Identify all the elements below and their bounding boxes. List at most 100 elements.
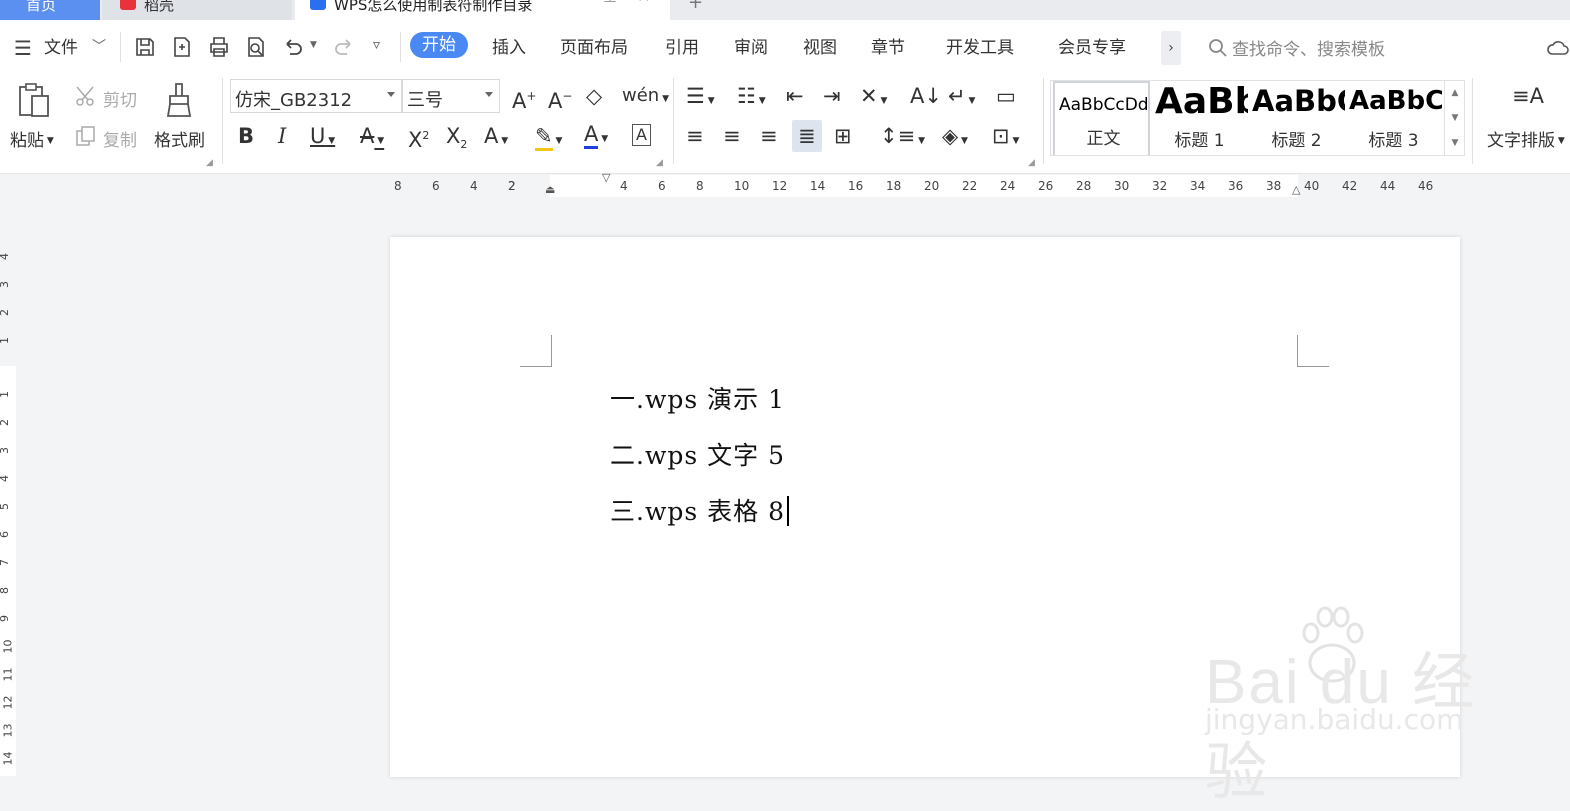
- menu-more-chevron-icon[interactable]: ›: [1161, 31, 1181, 65]
- tab-ruler-icon[interactable]: ▭: [996, 84, 1016, 108]
- increase-indent-icon[interactable]: ⇥: [823, 84, 841, 108]
- first-line-indent-marker[interactable]: ▽: [602, 171, 610, 184]
- distributed-align-icon[interactable]: ⊞: [834, 124, 852, 148]
- clear-formatting-icon[interactable]: ◇: [586, 84, 602, 108]
- menu-chapter[interactable]: 章节: [871, 37, 905, 59]
- dialog-launcher-icon[interactable]: ◢: [656, 158, 663, 168]
- subscript-icon[interactable]: X2: [446, 124, 467, 157]
- right-indent-marker[interactable]: △: [1292, 183, 1300, 196]
- menu-view[interactable]: 视图: [803, 37, 837, 59]
- shading-icon[interactable]: ◈ ▼: [942, 124, 968, 153]
- font-color-icon[interactable]: A ▼: [584, 122, 608, 151]
- menu-page-layout[interactable]: 页面布局: [560, 37, 628, 59]
- underline-icon[interactable]: U ▼: [310, 124, 335, 153]
- save-icon[interactable]: [133, 35, 157, 59]
- chevron-down-icon[interactable]: ﹀: [92, 36, 106, 56]
- gallery-scroll[interactable]: ▲ ▼ ▼: [1444, 81, 1464, 155]
- format-painter-icon[interactable]: [164, 82, 196, 120]
- chinese-layout-icon[interactable]: ✕ ▼: [860, 84, 887, 113]
- menu-insert[interactable]: 插入: [492, 37, 526, 59]
- text-layout-button[interactable]: 文字排版 ▼: [1487, 126, 1565, 151]
- copy-button[interactable]: 复制: [103, 126, 137, 151]
- tab-daoke[interactable]: 稻壳: [102, 0, 292, 20]
- show-paragraph-marks-icon[interactable]: ↵ ▼: [948, 84, 975, 113]
- italic-icon[interactable]: I: [278, 124, 286, 148]
- borders-icon[interactable]: ⊡ ▼: [992, 124, 1019, 153]
- toc-line-text: 三.wps 表格 8: [610, 497, 785, 526]
- toc-line[interactable]: 二.wps 文字 5: [610, 436, 785, 472]
- search-input[interactable]: 查找命令、搜索模板: [1232, 35, 1385, 60]
- vertical-ruler-tick-label: 7: [0, 559, 11, 566]
- justify-icon[interactable]: ≣: [792, 120, 822, 152]
- document-page[interactable]: 一.wps 演示 1 二.wps 文字 5 三.wps 表格 8: [390, 237, 1460, 777]
- tab-document[interactable]: WPS怎么使用制表符制作目录 ⊥ ✕: [295, 0, 670, 20]
- toc-line[interactable]: 一.wps 演示 1: [610, 380, 785, 416]
- horizontal-ruler[interactable]: 8 6 4 2 2 4 6 8 10 12 14 16 18 20 22 24 26 28 30 32 34 36 38 40…: [0, 171, 1570, 198]
- character-border-icon[interactable]: A: [632, 124, 651, 146]
- ruler-tick-label: 4: [470, 179, 478, 193]
- ruler-tick-label: 8: [394, 179, 402, 193]
- ruler-tick-label: 40: [1304, 179, 1320, 193]
- bold-icon[interactable]: B: [238, 124, 254, 148]
- align-right-icon[interactable]: ≡: [760, 124, 778, 148]
- menu-file[interactable]: 文件: [44, 37, 78, 59]
- phonetic-guide-icon[interactable]: wén ▼: [622, 84, 669, 111]
- decrease-indent-icon[interactable]: ⇤: [786, 84, 804, 108]
- vertical-ruler[interactable]: 43211234567891011121314: [0, 198, 16, 776]
- close-tab-icon[interactable]: ✕: [637, 0, 650, 5]
- toc-line-text: 一.wps 演示 1: [610, 385, 785, 414]
- paste-button[interactable]: 粘贴 ▼: [10, 126, 54, 151]
- undo-icon[interactable]: [281, 35, 305, 59]
- hamburger-menu-icon[interactable]: ☰: [14, 36, 32, 60]
- dialog-launcher-icon[interactable]: ◢: [206, 158, 213, 168]
- format-painter-button[interactable]: 格式刷: [154, 126, 205, 151]
- ruler-tick-label: 16: [848, 179, 864, 193]
- style-normal[interactable]: AaBbCcDd 正文: [1053, 81, 1150, 155]
- font-size-select[interactable]: 三号: [402, 79, 500, 113]
- superscript-icon[interactable]: X2: [408, 124, 429, 152]
- menu-start[interactable]: 开始: [410, 32, 468, 58]
- highlight-icon[interactable]: ✎ ▼: [535, 124, 562, 153]
- align-left-icon[interactable]: ≡: [686, 124, 704, 148]
- print-preview-icon[interactable]: [244, 35, 268, 59]
- style-preview: AaBbC: [1252, 84, 1345, 118]
- redo-icon[interactable]: [332, 35, 356, 59]
- tab-home[interactable]: 首页: [0, 0, 100, 20]
- style-heading-2[interactable]: AaBbC 标题 2: [1248, 81, 1345, 155]
- text-effect-icon[interactable]: A ▼: [484, 124, 508, 153]
- menu-review[interactable]: 审阅: [734, 37, 768, 59]
- style-heading-1[interactable]: AaBb 标题 1: [1151, 81, 1248, 155]
- text-layout-icon[interactable]: ≡A: [1512, 84, 1544, 108]
- left-indent-marker[interactable]: ⏏: [545, 183, 555, 196]
- decrease-font-size-icon[interactable]: A−: [548, 84, 572, 113]
- undo-dropdown-icon[interactable]: ▼: [310, 40, 317, 50]
- margin-corner-top-left: [520, 335, 552, 367]
- export-pdf-icon[interactable]: [170, 35, 194, 59]
- dialog-launcher-icon[interactable]: ◢: [1028, 158, 1035, 168]
- paste-icon[interactable]: [16, 82, 52, 120]
- copy-icon[interactable]: [74, 124, 98, 148]
- style-gallery: AaBbCcDd 正文 AaBb 标题 1 AaBbC 标题 2 AaBbCc 标题 3…: [1050, 80, 1465, 156]
- numbered-list-icon[interactable]: ☷ ▼: [737, 84, 766, 113]
- menu-developer[interactable]: 开发工具: [946, 37, 1014, 59]
- print-icon[interactable]: [207, 35, 231, 59]
- vertical-ruler-tick-label: 9: [0, 615, 11, 622]
- quick-access-more-icon[interactable]: ▿: [373, 37, 380, 53]
- toc-line[interactable]: 三.wps 表格 8: [610, 492, 789, 528]
- new-tab-icon[interactable]: +: [688, 0, 703, 13]
- cut-button[interactable]: 剪切: [103, 86, 137, 111]
- line-spacing-icon[interactable]: ↕≡ ▼: [880, 124, 925, 153]
- sort-icon[interactable]: A↓: [910, 84, 942, 108]
- cloud-sync-icon[interactable]: [1546, 36, 1570, 60]
- pin-icon[interactable]: ⊥: [603, 0, 617, 5]
- menu-vip[interactable]: 会员专享: [1058, 37, 1126, 59]
- font-name-select[interactable]: 仿宋_GB2312: [230, 79, 402, 113]
- strikethrough-icon[interactable]: A ▼: [360, 124, 384, 153]
- increase-font-size-icon[interactable]: A+: [512, 84, 536, 113]
- vertical-ruler-tick-label: 10: [1, 639, 15, 654]
- align-center-icon[interactable]: ≡: [723, 124, 741, 148]
- cut-icon[interactable]: [74, 84, 98, 108]
- menu-references[interactable]: 引用: [665, 37, 699, 59]
- bullet-list-icon[interactable]: ☰ ▼: [686, 84, 715, 113]
- style-heading-3[interactable]: AaBbCc 标题 3: [1345, 81, 1442, 155]
